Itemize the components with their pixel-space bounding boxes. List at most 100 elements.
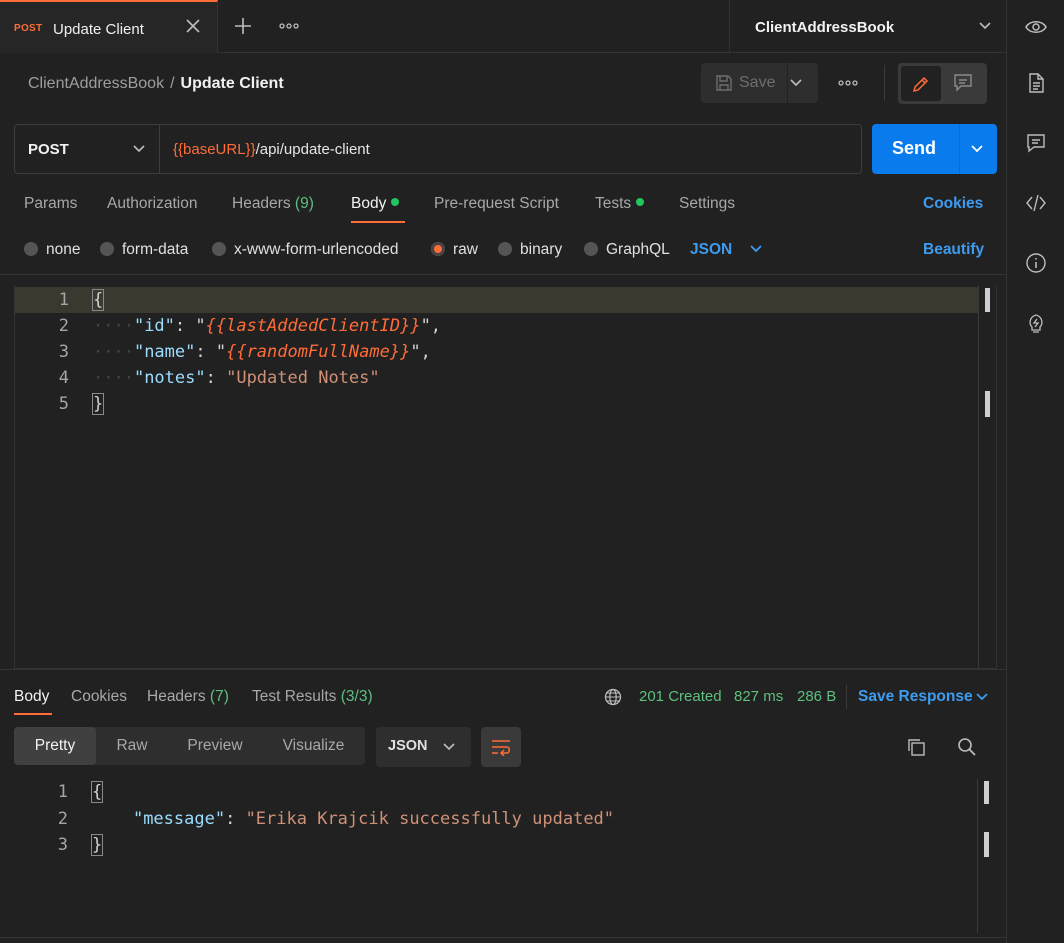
tab-prerequest-script[interactable]: Pre-request Script: [434, 195, 559, 213]
beautify-button[interactable]: Beautify: [923, 241, 984, 259]
scrollbar-thumb[interactable]: [984, 832, 989, 857]
document-icon[interactable]: [1025, 72, 1047, 94]
save-response-button[interactable]: Save Response: [858, 688, 988, 706]
radio-label: raw: [453, 241, 478, 258]
request-body-editor[interactable]: 1 { 2 ····"id": "{{lastAddedClientID}}",…: [14, 285, 997, 669]
code-line: 1 {: [15, 287, 978, 313]
response-body-viewer[interactable]: 1 { 2 "message": "Erika Krajcik successf…: [14, 779, 997, 933]
request-tab[interactable]: POST Update Client: [0, 0, 218, 53]
breadcrumb-collection[interactable]: ClientAddressBook: [28, 75, 164, 92]
radio-raw[interactable]: raw: [431, 241, 478, 259]
copy-icon[interactable]: [906, 737, 926, 757]
json-variable: {{lastAddedClientID}}: [205, 316, 421, 336]
code-content: ····"name": "{{randomFullName}}",: [93, 342, 431, 362]
test-results-count: (3/3): [340, 688, 373, 705]
radio-circle: [584, 242, 598, 256]
radio-label: none: [46, 241, 81, 258]
code-line: 3 ····"name": "{{randomFullName}}",: [15, 339, 978, 365]
radio-none[interactable]: none: [24, 241, 80, 259]
radio-urlencoded[interactable]: x-www-form-urlencoded: [212, 241, 399, 259]
view-pretty[interactable]: Pretty: [14, 727, 96, 765]
close-icon[interactable]: [184, 17, 202, 35]
info-icon[interactable]: [1025, 252, 1047, 274]
response-tab-test-results[interactable]: Test Results (3/3): [252, 688, 373, 706]
response-tab-cookies[interactable]: Cookies: [71, 688, 127, 706]
response-tab-body[interactable]: Body: [14, 688, 49, 706]
code-icon[interactable]: [1025, 192, 1047, 214]
more-icon[interactable]: [279, 18, 299, 34]
chevron-down-icon[interactable]: [970, 143, 984, 155]
response-time[interactable]: 827 ms: [734, 688, 783, 705]
wrap-lines-button[interactable]: [481, 727, 521, 767]
url-input[interactable]: {{baseURL}}/api/update-client: [173, 141, 370, 158]
tab-authorization[interactable]: Authorization: [107, 195, 197, 213]
view-raw[interactable]: Raw: [96, 727, 168, 765]
headers-count: (7): [209, 688, 229, 705]
edit-mode-button[interactable]: [901, 66, 941, 101]
code-line: 3 }: [14, 832, 977, 858]
tab-label: Headers: [147, 688, 206, 705]
cookies-link[interactable]: Cookies: [923, 195, 983, 213]
environment-selector[interactable]: ClientAddressBook: [729, 0, 1006, 53]
globe-icon[interactable]: [604, 688, 622, 706]
tab-body[interactable]: Body: [351, 195, 400, 213]
wrap-icon: [492, 740, 510, 756]
plus-icon[interactable]: [233, 16, 253, 36]
save-response-label: Save Response: [858, 688, 973, 705]
response-size[interactable]: 286 B: [797, 688, 836, 705]
method-selector[interactable]: POST: [15, 125, 160, 173]
lightbulb-icon[interactable]: [1025, 312, 1047, 334]
json-key: "message": [132, 809, 226, 829]
method-label: POST: [28, 141, 69, 158]
more-icon[interactable]: [838, 75, 858, 91]
divider: [0, 274, 1006, 275]
comment-icon[interactable]: [953, 73, 973, 93]
search-icon[interactable]: [957, 737, 977, 757]
send-button[interactable]: Send: [872, 124, 997, 174]
chevron-down-icon: [979, 22, 991, 30]
response-status[interactable]: 201 Created: [639, 688, 722, 705]
code-content: ····"notes": "Updated Notes": [93, 368, 380, 388]
eye-icon[interactable]: [1025, 16, 1047, 38]
radio-circle: [100, 242, 114, 256]
brace: {: [90, 781, 104, 803]
chevron-down-icon[interactable]: [789, 76, 803, 90]
radio-label: x-www-form-urlencoded: [234, 241, 399, 258]
tab-tests[interactable]: Tests: [595, 195, 645, 213]
language-dropdown[interactable]: JSON: [690, 241, 762, 259]
code-line: 1 {: [14, 779, 977, 805]
comment-icon[interactable]: [1025, 132, 1047, 154]
chevron-down-icon: [750, 245, 762, 253]
radio-form-data[interactable]: form-data: [100, 241, 188, 259]
divider: [0, 669, 1006, 670]
divider: [846, 685, 847, 709]
scrollbar-thumb[interactable]: [985, 391, 990, 417]
divider: [884, 65, 885, 101]
line-number: 2: [57, 809, 68, 829]
scrollbar-thumb[interactable]: [985, 288, 990, 312]
chevron-down-icon: [443, 743, 455, 751]
code-line: 4 ····"notes": "Updated Notes": [15, 365, 978, 391]
line-number: 3: [57, 835, 68, 855]
tab-title: Update Client: [53, 21, 144, 38]
radio-binary[interactable]: binary: [498, 241, 562, 259]
tab-headers[interactable]: Headers (9): [232, 195, 314, 213]
divider: [0, 937, 1006, 938]
json-string: "Erika Krajcik successfully updated": [245, 809, 615, 829]
save-button[interactable]: Save: [701, 63, 788, 103]
response-tab-headers[interactable]: Headers (7): [147, 688, 229, 706]
json-key: "name": [133, 342, 196, 362]
code-content: }: [90, 834, 104, 856]
view-visualize[interactable]: Visualize: [262, 727, 365, 765]
response-format-dropdown[interactable]: JSON: [376, 727, 471, 767]
divider: [959, 124, 960, 174]
view-preview[interactable]: Preview: [168, 727, 262, 765]
tab-settings[interactable]: Settings: [679, 195, 735, 213]
save-group: Save: [701, 63, 818, 103]
radio-circle-selected: [431, 242, 445, 256]
scrollbar-thumb[interactable]: [984, 781, 989, 804]
breadcrumb-request-name[interactable]: Update Client: [181, 75, 284, 92]
tab-params[interactable]: Params: [24, 195, 77, 213]
editor-gutter-line: [978, 285, 979, 668]
radio-graphql[interactable]: GraphQL: [584, 241, 670, 259]
